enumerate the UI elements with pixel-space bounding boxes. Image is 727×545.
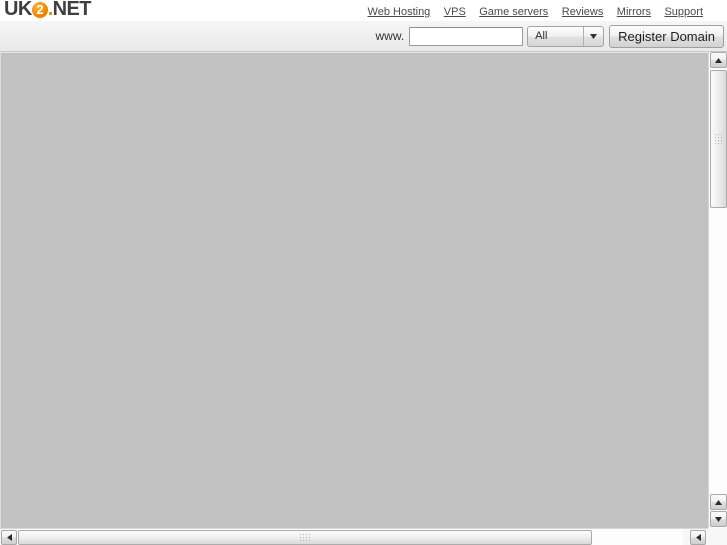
horizontal-scrollbar[interactable] (0, 528, 727, 545)
horizontal-scrollbar-thumb[interactable] (18, 530, 592, 545)
tld-select[interactable]: All (527, 25, 605, 47)
logo-text-net: NET (52, 0, 92, 20)
scroll-up-button[interactable] (710, 52, 727, 68)
header-strip: UK 2 .NET Web Hosting VPS Game servers Rev… (0, 0, 727, 21)
scroll-up-button-secondary[interactable] (710, 494, 727, 510)
domain-search-group: www. All Register Domain (375, 23, 724, 49)
scroll-down-button[interactable] (710, 511, 727, 527)
site-logo[interactable]: UK 2 .NET (4, 0, 91, 20)
scrollbar-corner (708, 528, 727, 545)
domain-search-input[interactable] (409, 26, 524, 46)
scroll-left-button-secondary[interactable] (690, 530, 706, 545)
nav-link-game-servers[interactable]: Game servers (479, 5, 548, 19)
vertical-scrollbar[interactable] (708, 52, 727, 528)
nav-link-reviews[interactable]: Reviews (562, 5, 604, 19)
www-prefix-label: www. (375, 29, 405, 43)
scroll-left-button[interactable] (1, 530, 17, 545)
chevron-down-icon[interactable] (583, 26, 603, 46)
vertical-scrollbar-thumb[interactable] (710, 70, 727, 208)
nav-link-web-hosting[interactable]: Web Hosting (368, 5, 431, 19)
nav-link-support[interactable]: Support (664, 5, 703, 19)
tld-select-value: All (535, 29, 548, 42)
register-domain-button[interactable]: Register Domain (609, 24, 724, 48)
nav-link-vps[interactable]: VPS (444, 5, 466, 19)
top-navigation: Web Hosting VPS Game servers Reviews Mir… (368, 2, 703, 19)
nav-link-mirrors[interactable]: Mirrors (617, 5, 651, 19)
logo-text-uk: UK (4, 0, 32, 20)
logo-circle-two: 2 (31, 2, 48, 18)
page-content-viewport[interactable] (0, 52, 708, 528)
domain-search-toolbar: www. All Register Domain (0, 21, 727, 52)
browser-window: UK 2 .NET Web Hosting VPS Game servers Rev… (0, 0, 727, 545)
